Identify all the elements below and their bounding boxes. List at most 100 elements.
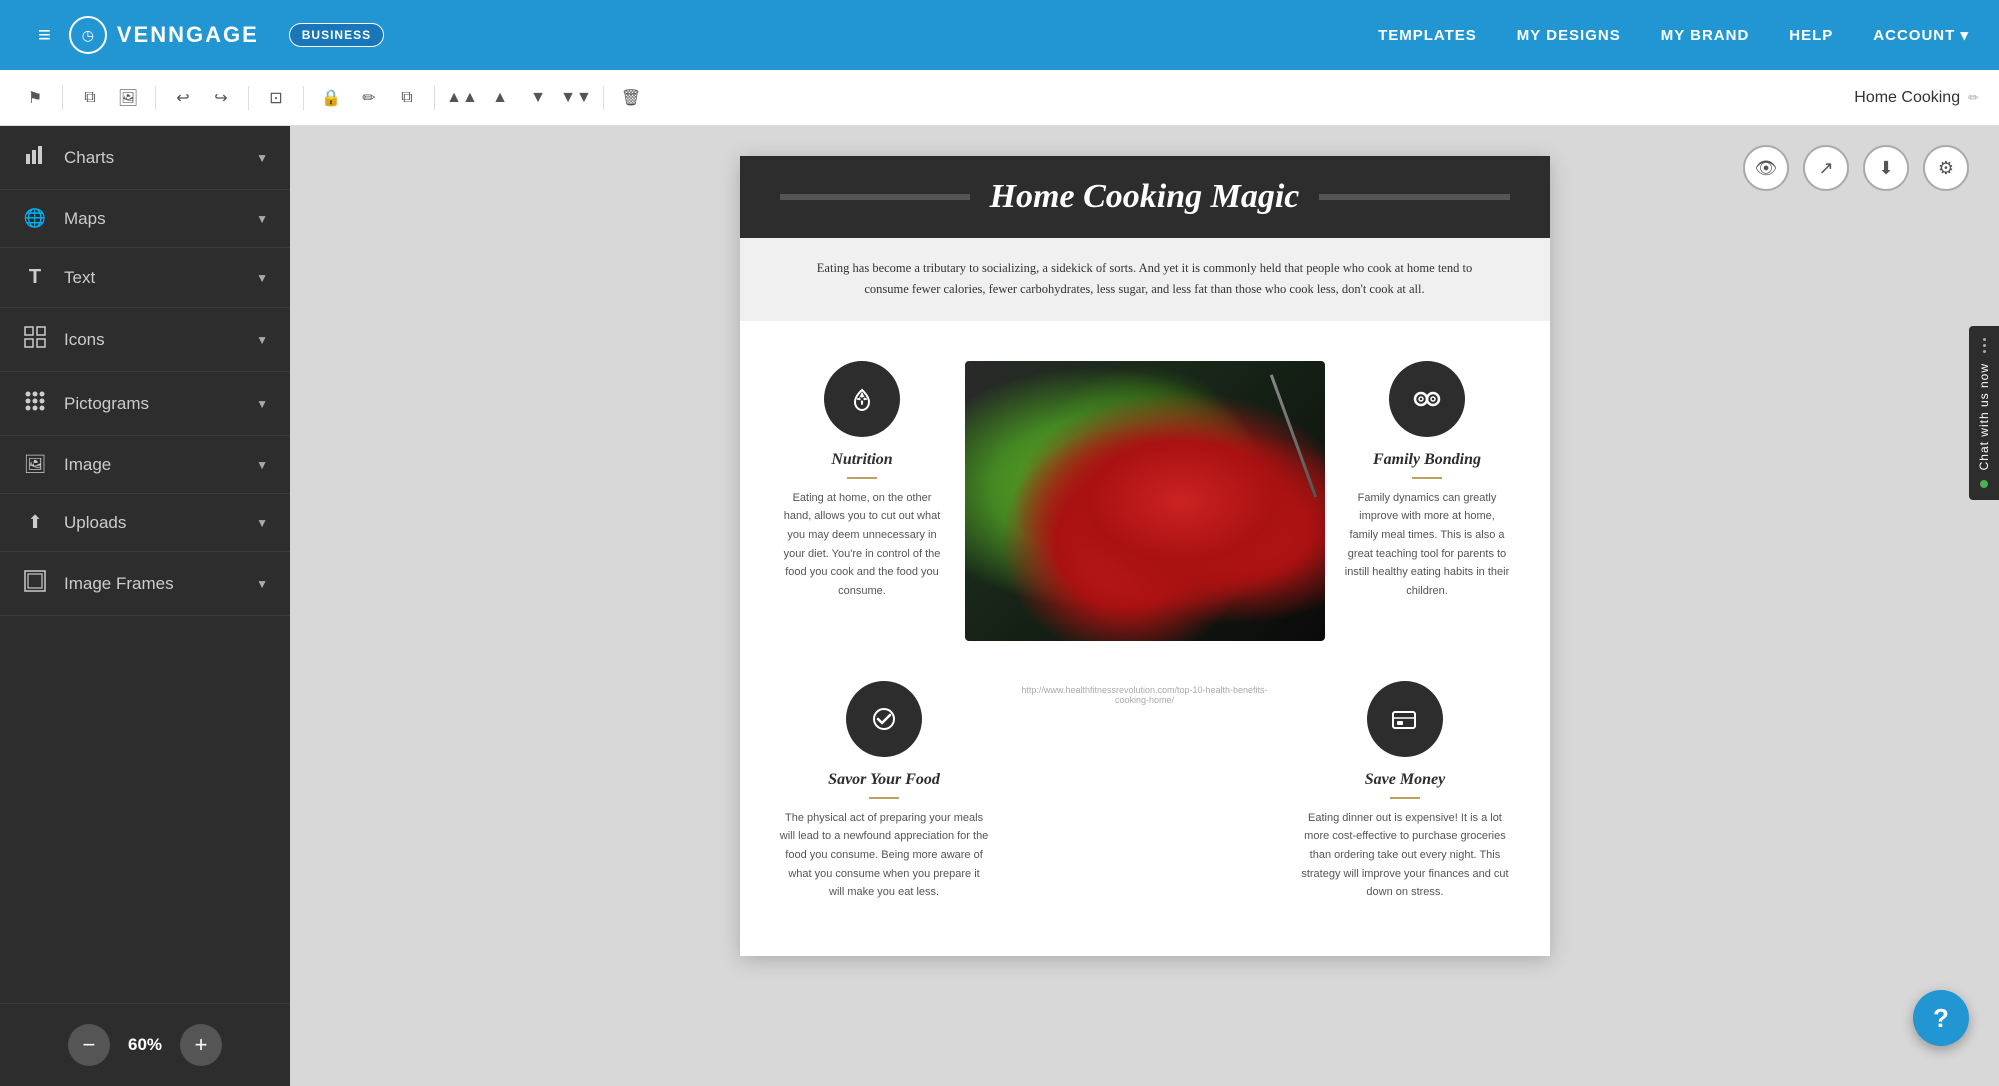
- share-icon: ↗: [1818, 158, 1833, 179]
- savor-food-icon-circle: [846, 681, 922, 757]
- business-badge[interactable]: BUSINESS: [289, 23, 384, 47]
- toolbar-duplicate-icon[interactable]: ⧉: [75, 83, 105, 113]
- share-button[interactable]: ↗: [1803, 145, 1849, 191]
- charts-label: Charts: [64, 148, 114, 168]
- toolbar-undo-icon[interactable]: ↩: [168, 83, 198, 113]
- toolbar-image-icon[interactable]: 🖼: [113, 83, 143, 113]
- sidebar: Charts ▼ 🌐 Maps ▼ T Text ▼ Icons: [0, 126, 290, 1086]
- sidebar-item-icons[interactable]: Icons ▼: [0, 308, 290, 372]
- sidebar-item-image[interactable]: 🖼 Image ▼: [0, 436, 290, 494]
- sidebar-item-image-frames[interactable]: Image Frames ▼: [0, 552, 290, 616]
- charts-icon: [22, 144, 48, 171]
- save-money-divider: [1390, 797, 1420, 799]
- charts-chevron: ▼: [256, 151, 268, 165]
- toolbar-separator-6: [603, 86, 604, 110]
- food-image-inner: [965, 361, 1325, 641]
- savor-food-text: The physical act of preparing your meals…: [780, 809, 989, 902]
- zoom-controls: − 60% +: [0, 1003, 290, 1086]
- chat-handle-dots: [1983, 338, 1986, 353]
- sidebar-charts-left: Charts: [22, 144, 114, 171]
- sidebar-maps-left: 🌐 Maps: [22, 208, 106, 229]
- sidebar-item-uploads[interactable]: ⬆ Uploads ▼: [0, 494, 290, 552]
- main-layout: Charts ▼ 🌐 Maps ▼ T Text ▼ Icons: [0, 126, 1999, 1086]
- family-bonding-icon-circle: [1389, 361, 1465, 437]
- toolbar-send-back-icon[interactable]: ▼▼: [561, 83, 591, 113]
- url-text: http://www.healthfitnessrevolution.com/t…: [1009, 681, 1281, 709]
- toolbar-separator-4: [303, 86, 304, 110]
- infographic: Home Cooking Magic Eating has become a t…: [740, 156, 1550, 956]
- image-frames-label: Image Frames: [64, 574, 174, 594]
- document-title: Home Cooking: [1854, 89, 1960, 107]
- savor-food-section: Savor Your Food The physical act of prep…: [770, 681, 999, 902]
- zoom-value: 60%: [128, 1035, 162, 1055]
- title-edit-icon[interactable]: ✏: [1968, 90, 1979, 106]
- nutrition-text: Eating at home, on the other hand, allow…: [780, 489, 945, 601]
- sidebar-item-maps[interactable]: 🌐 Maps ▼: [0, 190, 290, 248]
- maps-label: Maps: [64, 209, 106, 229]
- nutrition-title: Nutrition: [831, 451, 892, 469]
- toolbar-send-backward-icon[interactable]: ▼: [523, 83, 553, 113]
- infographic-intro: Eating has become a tributary to sociali…: [740, 238, 1550, 321]
- toolbar-redo-icon[interactable]: ↪: [206, 83, 236, 113]
- nav-templates[interactable]: TEMPLATES: [1378, 27, 1477, 44]
- nav-my-designs[interactable]: MY DESIGNS: [1517, 27, 1621, 44]
- toolbar-flag-icon[interactable]: ⚑: [20, 83, 50, 113]
- document-title-area: Home Cooking ✏: [1854, 89, 1979, 107]
- infographic-header: Home Cooking Magic: [740, 156, 1550, 238]
- icons-chevron: ▼: [256, 333, 268, 347]
- zoom-decrease-button[interactable]: −: [68, 1024, 110, 1066]
- nav-help[interactable]: HELP: [1789, 27, 1833, 44]
- nutrition-section: Nutrition Eating at home, on the other h…: [770, 361, 955, 601]
- sidebar-item-charts[interactable]: Charts ▼: [0, 126, 290, 190]
- nav-my-brand[interactable]: MY BRAND: [1661, 27, 1750, 44]
- help-icon: ?: [1933, 1003, 1949, 1034]
- save-money-section: Save Money Eating dinner out is expensiv…: [1290, 681, 1519, 902]
- toolbar-right-icons: 👁 ↗ ⬇ ⚙: [1743, 140, 1969, 196]
- food-image: [965, 361, 1325, 641]
- sidebar-text-left: T Text: [22, 266, 95, 289]
- nutrition-divider: [847, 477, 877, 479]
- help-button[interactable]: ?: [1913, 990, 1969, 1046]
- sidebar-image-left: 🖼 Image: [22, 454, 111, 475]
- preview-button[interactable]: 👁: [1743, 145, 1789, 191]
- image-chevron: ▼: [256, 458, 268, 472]
- hamburger-menu[interactable]: ≡: [30, 14, 59, 56]
- toolbar-resize-icon[interactable]: ⊡: [261, 83, 291, 113]
- family-bonding-text: Family dynamics can greatly improve with…: [1345, 489, 1510, 601]
- toolbar-separator-5: [434, 86, 435, 110]
- sidebar-item-text[interactable]: T Text ▼: [0, 248, 290, 308]
- download-button[interactable]: ⬇: [1863, 145, 1909, 191]
- toolbar-copy-icon[interactable]: ⧉: [392, 83, 422, 113]
- download-icon: ⬇: [1878, 158, 1893, 179]
- top-navigation: ≡ ◷ VENNGAGE BUSINESS TEMPLATES MY DESIG…: [0, 0, 1999, 70]
- nutrition-icon-circle: [824, 361, 900, 437]
- toolbar-bring-forward-icon[interactable]: ▲: [485, 83, 515, 113]
- zoom-increase-button[interactable]: +: [180, 1024, 222, 1066]
- save-money-icon-circle: [1367, 681, 1443, 757]
- maps-chevron: ▼: [256, 212, 268, 226]
- maps-icon: 🌐: [22, 208, 48, 229]
- intro-text: Eating has become a tributary to sociali…: [800, 258, 1490, 301]
- toolbar-edit-icon[interactable]: ✏: [354, 83, 384, 113]
- infographic-body: Nutrition Eating at home, on the other h…: [740, 321, 1550, 942]
- sidebar-pictograms-left: Pictograms: [22, 390, 149, 417]
- toolbar-bring-front-icon[interactable]: ▲▲: [447, 83, 477, 113]
- savor-food-title: Savor Your Food: [828, 771, 940, 789]
- sidebar-uploads-left: ⬆ Uploads: [22, 512, 126, 533]
- toolbar-delete-icon[interactable]: 🗑: [616, 83, 646, 113]
- family-bonding-section: Family Bonding Family dynamics can great…: [1335, 361, 1520, 601]
- dot-3: [1983, 350, 1986, 353]
- image-label: Image: [64, 455, 111, 475]
- nav-account[interactable]: ACCOUNT ▾: [1873, 26, 1969, 44]
- url-container: http://www.healthfitnessrevolution.com/t…: [1009, 681, 1281, 709]
- sidebar-item-pictograms[interactable]: Pictograms ▼: [0, 372, 290, 436]
- settings-button[interactable]: ⚙: [1923, 145, 1969, 191]
- header-bar-right: [1319, 194, 1509, 200]
- uploads-label: Uploads: [64, 513, 126, 533]
- chat-widget[interactable]: Chat with us now: [1969, 326, 1999, 500]
- canvas-area: Home Cooking Magic Eating has become a t…: [290, 126, 1999, 1086]
- logo-icon: ◷: [69, 16, 107, 54]
- image-icon: 🖼: [22, 454, 48, 475]
- toolbar-separator-1: [62, 86, 63, 110]
- toolbar-lock-icon[interactable]: 🔒: [316, 83, 346, 113]
